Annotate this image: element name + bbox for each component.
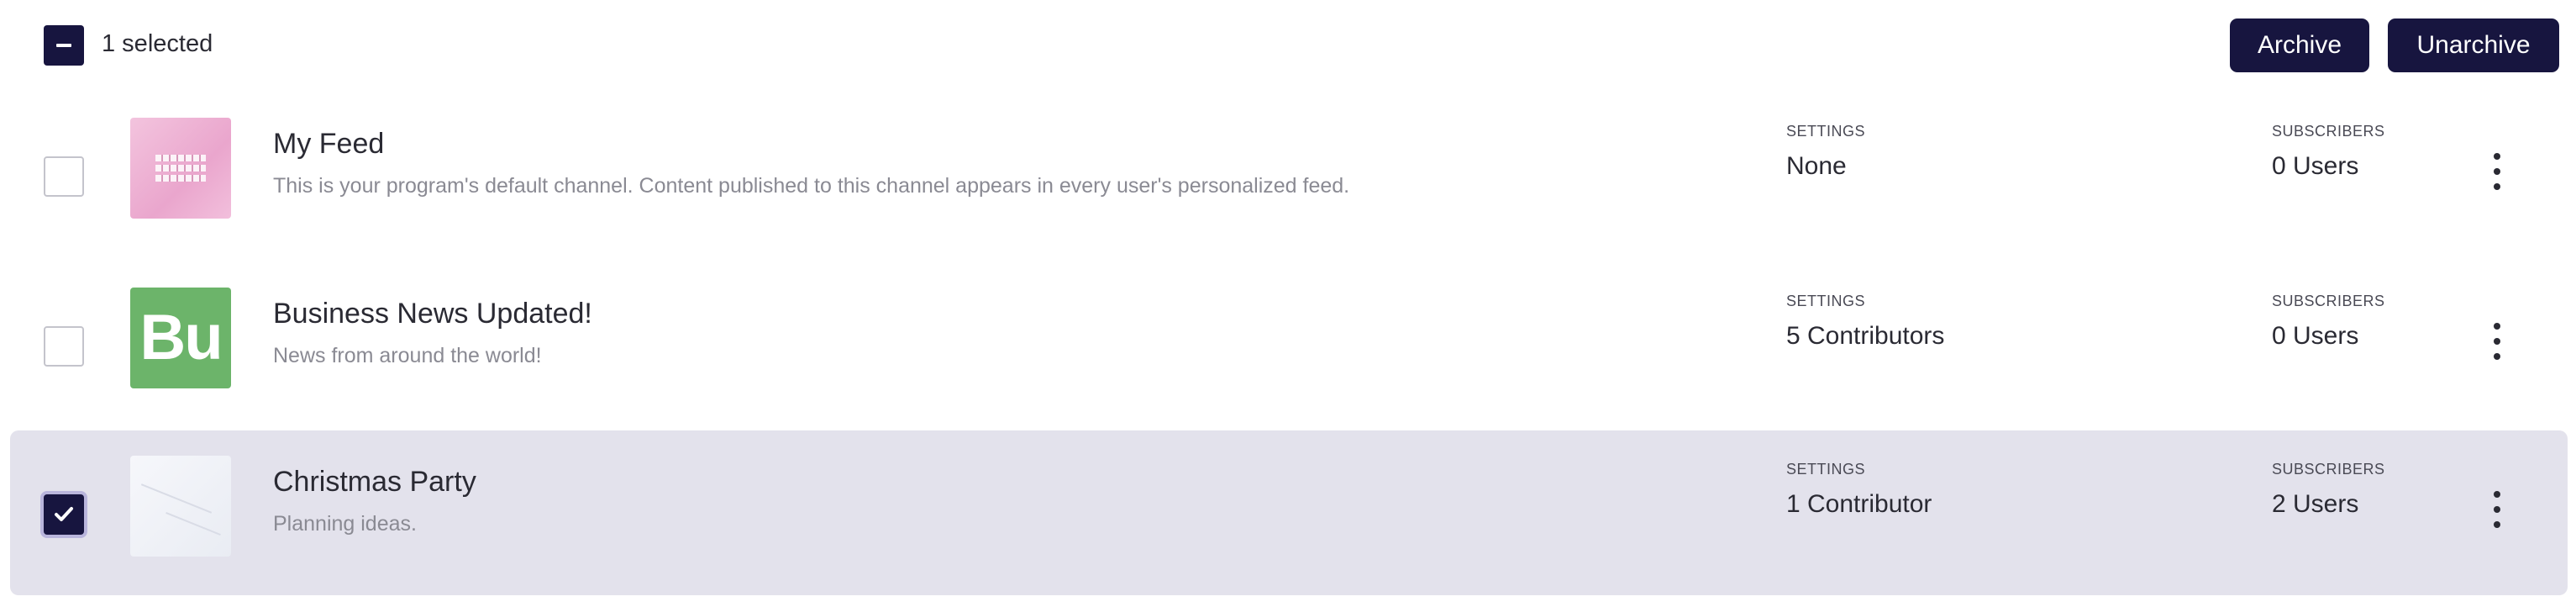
- row-checkbox[interactable]: [44, 156, 84, 197]
- bulk-action-bar: 1 selected Archive Unarchive: [0, 0, 2576, 92]
- subscribers-value: 0 Users: [2272, 322, 2359, 350]
- settings-value: 5 Contributors: [1786, 322, 1945, 350]
- subscribers-value: 2 Users: [2272, 490, 2359, 518]
- channel-row-selected[interactable]: Christmas Party Planning ideas. SETTINGS…: [10, 430, 2568, 595]
- channel-thumbnail: Bu: [130, 288, 231, 388]
- channel-title[interactable]: Business News Updated!: [273, 298, 592, 330]
- archive-button[interactable]: Archive: [2230, 18, 2369, 72]
- subscribers-label: SUBSCRIBERS: [2272, 293, 2385, 309]
- settings-label: SETTINGS: [1786, 293, 1866, 309]
- checkmark-icon: [55, 507, 73, 521]
- kebab-menu-icon[interactable]: [2487, 484, 2507, 543]
- channel-row[interactable]: Bu Business News Updated! News from arou…: [10, 262, 2568, 427]
- channel-title[interactable]: My Feed: [273, 128, 384, 161]
- unarchive-button[interactable]: Unarchive: [2388, 18, 2559, 72]
- channel-description: This is your program's default channel. …: [273, 174, 1350, 198]
- row-checkbox[interactable]: [44, 326, 84, 367]
- minus-icon: [56, 44, 71, 47]
- row-checkbox-checked[interactable]: [44, 494, 84, 535]
- kebab-menu-icon[interactable]: [2487, 146, 2507, 205]
- subscribers-label: SUBSCRIBERS: [2272, 461, 2385, 478]
- subscribers-value: 0 Users: [2272, 152, 2359, 180]
- settings-label: SETTINGS: [1786, 461, 1866, 478]
- settings-label: SETTINGS: [1786, 123, 1866, 140]
- settings-value: 1 Contributor: [1786, 490, 1932, 518]
- kebab-menu-icon[interactable]: [2487, 316, 2507, 375]
- channel-description: News from around the world!: [273, 344, 542, 367]
- selection-count: 1 selected: [102, 30, 213, 57]
- channel-description: Planning ideas.: [273, 512, 417, 536]
- letter-board-image: [155, 151, 206, 188]
- settings-value: None: [1786, 152, 1847, 180]
- select-all-checkbox[interactable]: [44, 25, 84, 66]
- channel-thumbnail: [130, 118, 231, 219]
- channel-thumbnail: [130, 456, 231, 557]
- subscribers-label: SUBSCRIBERS: [2272, 123, 2385, 140]
- channel-row[interactable]: My Feed This is your program's default c…: [10, 92, 2568, 257]
- channel-title[interactable]: Christmas Party: [273, 466, 476, 499]
